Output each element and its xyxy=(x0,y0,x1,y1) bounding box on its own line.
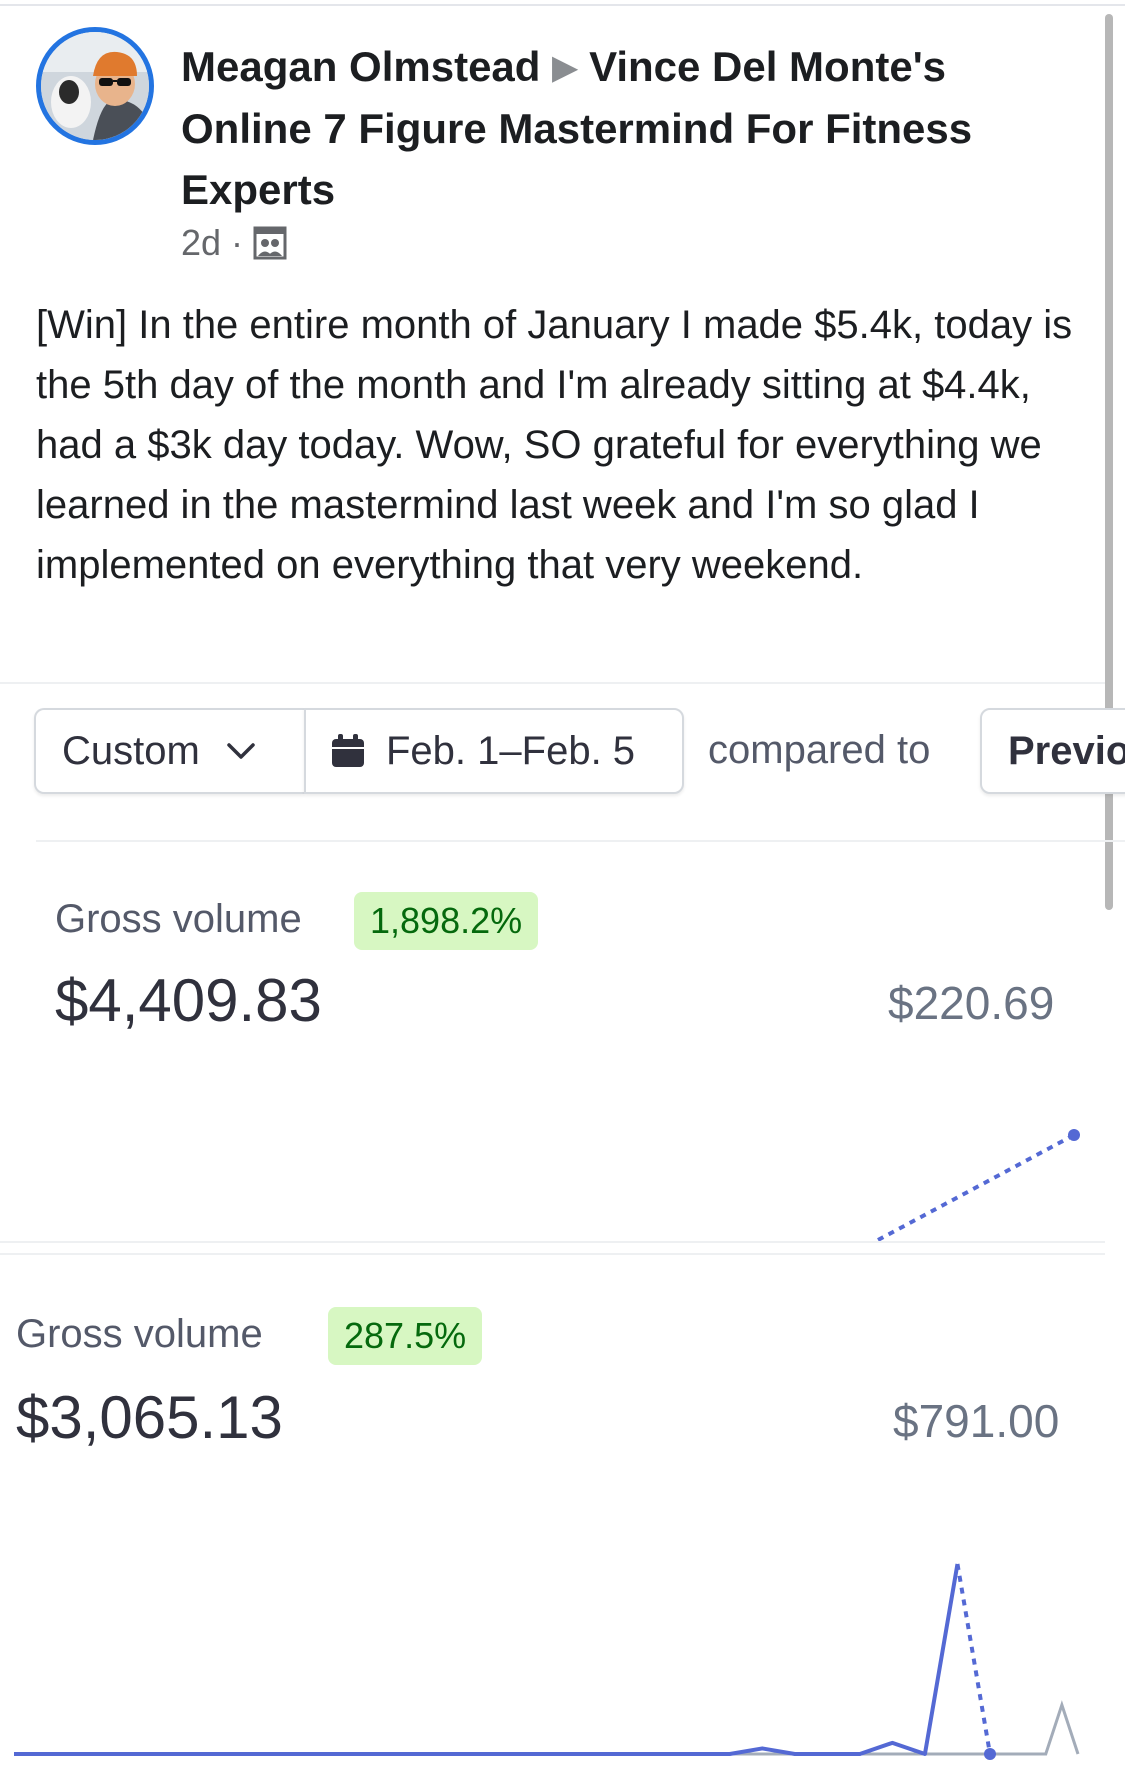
post-meta: 2d · xyxy=(181,222,287,264)
range-type-label: Custom xyxy=(62,728,200,773)
gross-volume-chart-2 xyxy=(14,1563,1080,1760)
comparison-label: Previous period xyxy=(1008,728,1125,773)
author-name[interactable]: Meagan Olmstead xyxy=(181,43,540,90)
group-audience-icon xyxy=(253,226,287,260)
change-badge: 1,898.2% xyxy=(354,892,539,950)
metric-previous-value: $791.00 xyxy=(893,1395,1060,1447)
card-divider-top xyxy=(0,1241,1105,1243)
post-time[interactable]: 2d xyxy=(181,222,221,264)
date-range-picker[interactable]: Feb. 1–Feb. 5 xyxy=(304,708,684,794)
change-badge: 287.5% xyxy=(328,1307,483,1365)
metric-value: $3,065.13 xyxy=(16,1384,283,1451)
arrow-right-icon: ▶ xyxy=(552,49,578,85)
compared-to-label: compared to xyxy=(708,728,931,772)
date-range-label: Feb. 1–Feb. 5 xyxy=(386,728,636,773)
metric-label: Gross volume xyxy=(16,1312,263,1356)
card-divider-bottom xyxy=(0,1253,1105,1255)
current-period-line xyxy=(14,1563,960,1756)
top-divider xyxy=(0,4,1125,6)
post-image-divider xyxy=(0,682,1105,684)
filters-divider xyxy=(36,840,1125,842)
range-type-dropdown[interactable]: Custom xyxy=(34,708,304,794)
metric-value: $4,409.83 xyxy=(55,967,322,1034)
gross-volume-chart-1 xyxy=(877,1129,1080,1242)
current-period-line xyxy=(877,1133,1075,1242)
current-period-point xyxy=(984,1748,996,1760)
comparison-dropdown[interactable]: Previous period xyxy=(980,708,1125,794)
avatar[interactable] xyxy=(36,27,154,145)
avatar-photo-icon xyxy=(41,32,149,140)
metric-previous-value: $220.69 xyxy=(888,977,1055,1029)
meta-separator: · xyxy=(231,222,244,263)
post-header: Meagan Olmstead ▶ Vince Del Monte's Online… xyxy=(181,36,1061,220)
chevron-down-icon xyxy=(227,743,255,759)
calendar-icon xyxy=(332,734,364,767)
post-body: [Win] In the entire month of January I m… xyxy=(36,303,1073,587)
metric-label: Gross volume xyxy=(55,897,302,941)
current-period-point xyxy=(1068,1129,1080,1141)
current-period-partial-line xyxy=(955,1563,992,1755)
previous-period-line xyxy=(14,1700,1080,1756)
